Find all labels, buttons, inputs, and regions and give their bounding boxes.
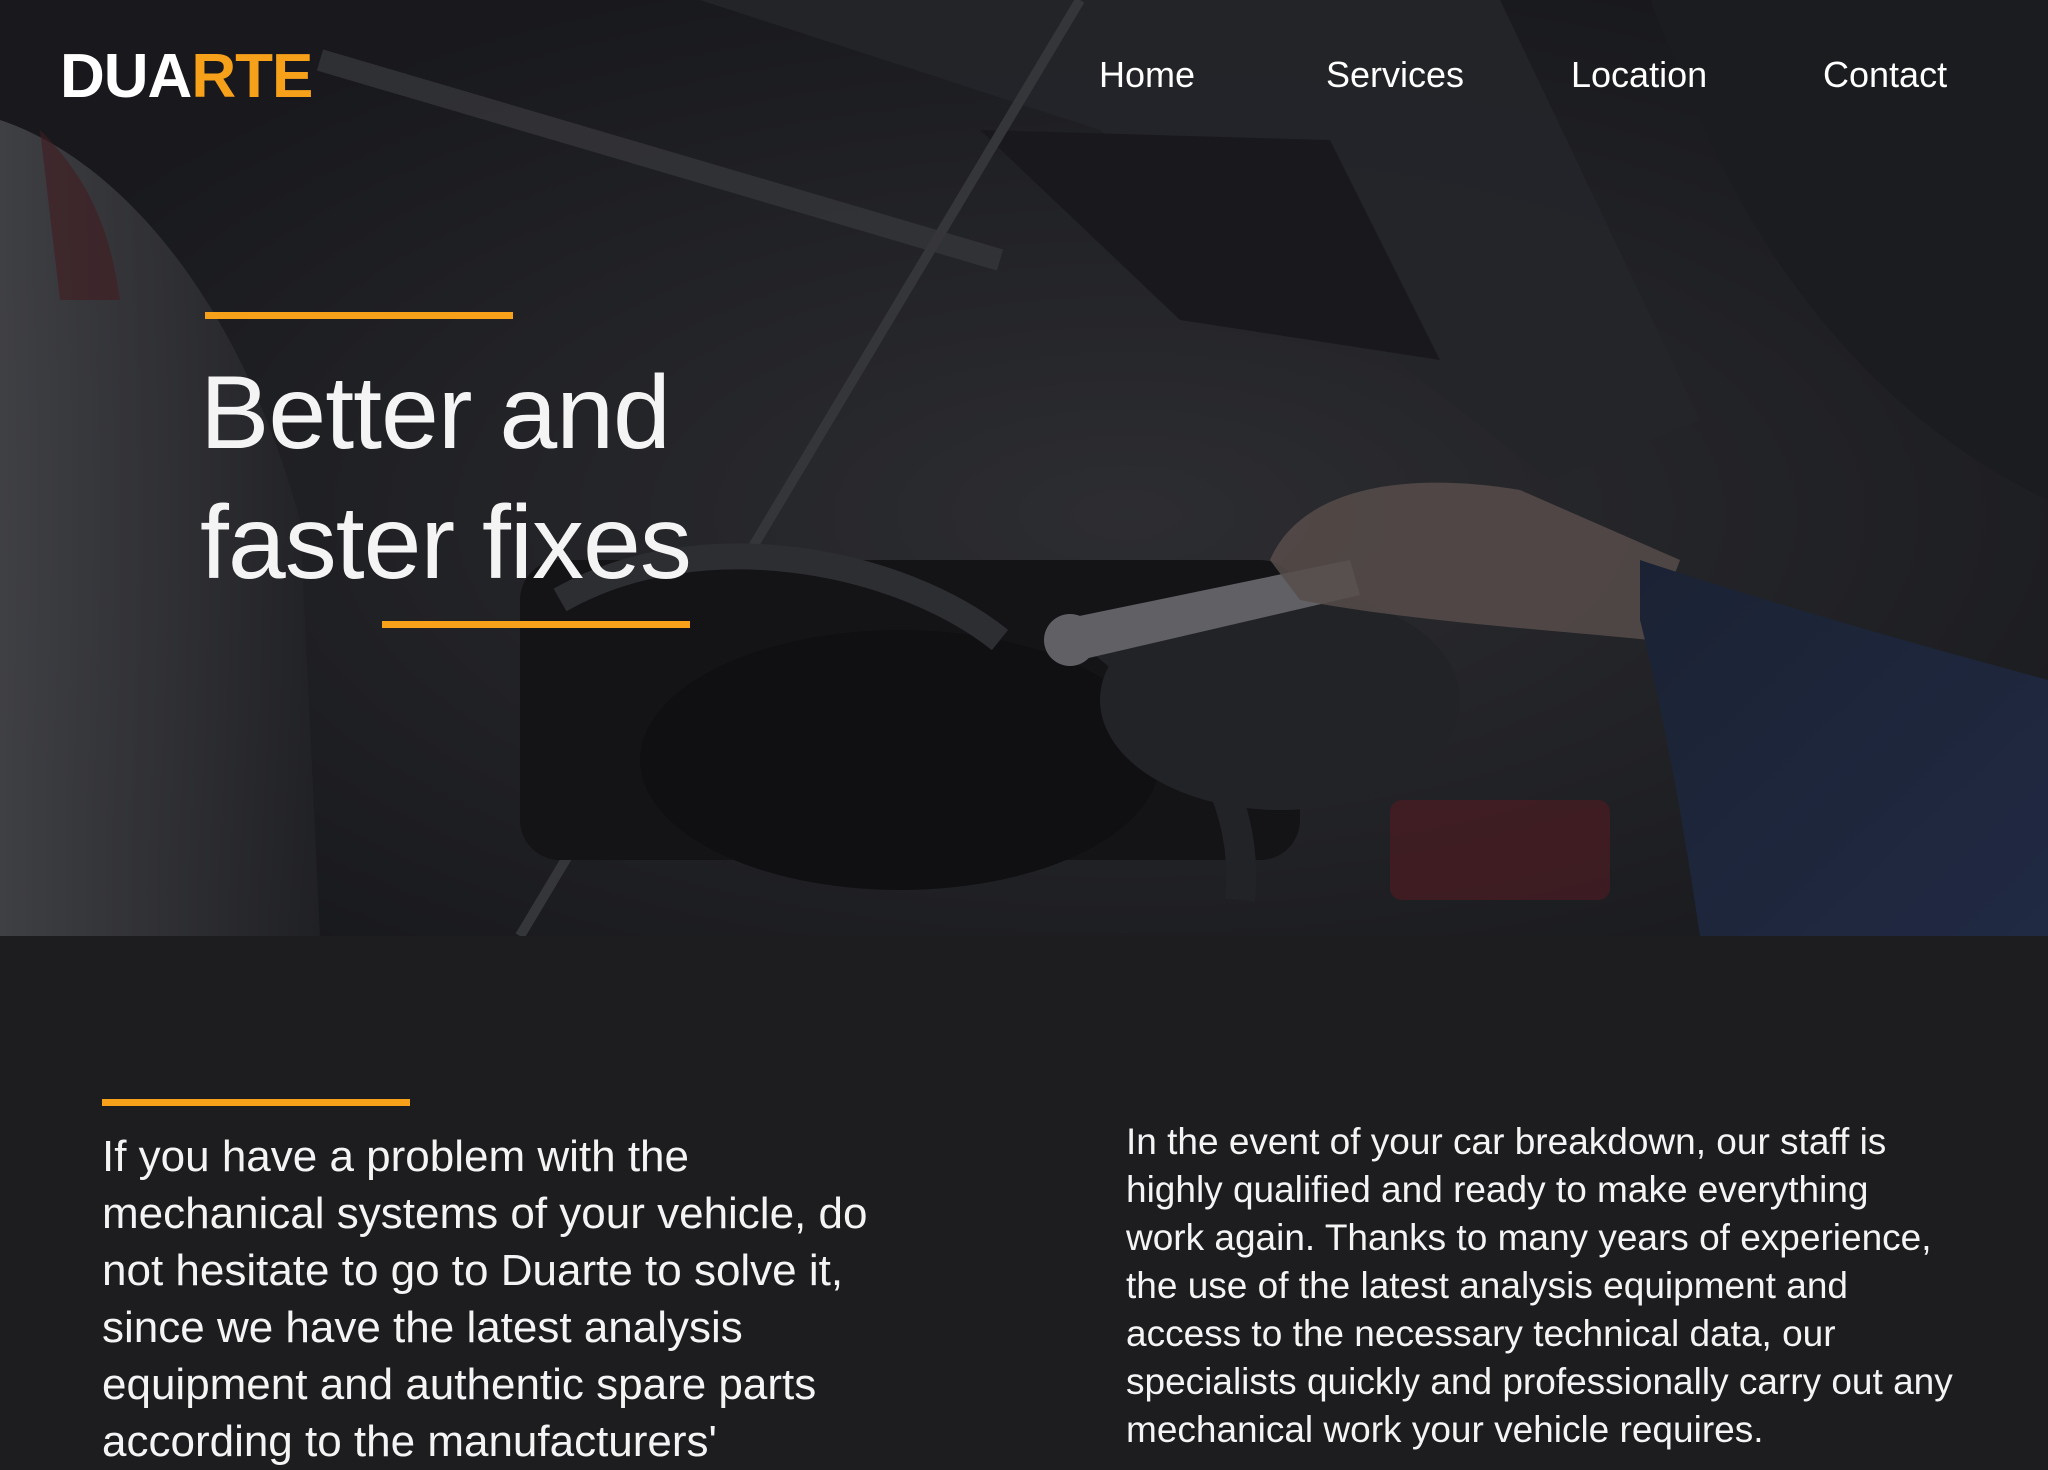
hero-accent-bar-top [205, 312, 513, 319]
hero-title-line2: faster fixes [200, 485, 692, 601]
hero-title-line1: Better and [200, 355, 671, 471]
nav-link-location[interactable]: Location [1571, 52, 1707, 98]
intro-lead-text: If you have a problem with the mechanica… [102, 1132, 868, 1466]
main-nav: Home Services Location Contact [1060, 52, 2020, 102]
logo-text-part2: RTE [191, 42, 313, 111]
nav-link-home[interactable]: Home [1099, 52, 1195, 98]
logo-text-part1: DUA [60, 42, 192, 111]
intro-body-text: In the event of your car breakdown, our … [1126, 1121, 1953, 1450]
logo[interactable]: DUARTE [60, 42, 313, 112]
hero-section: DUARTE Home Services Location Contact Be… [0, 0, 2048, 936]
intro-accent-bar [102, 1099, 410, 1106]
nav-link-services[interactable]: Services [1326, 52, 1464, 98]
hero-title: Better and faster fixes [200, 348, 692, 608]
nav-link-contact[interactable]: Contact [1823, 52, 1947, 98]
hero-accent-bar-bottom [382, 621, 690, 628]
